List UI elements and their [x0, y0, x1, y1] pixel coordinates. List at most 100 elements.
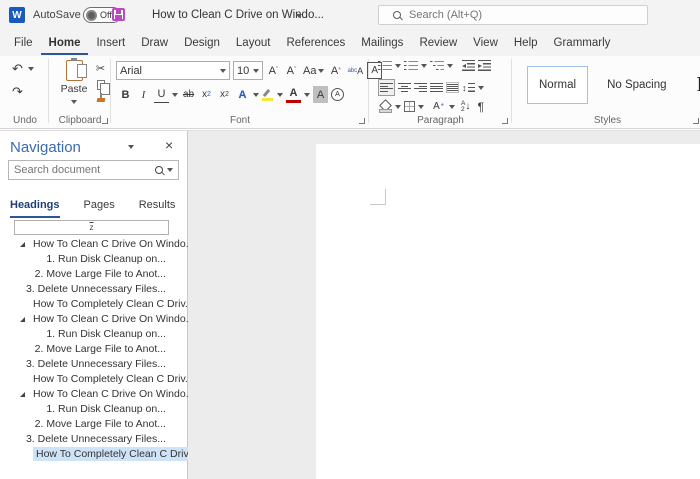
align-right-icon[interactable]: [414, 82, 427, 93]
nav-heading-item[interactable]: 2. Move Large File to Anot...: [0, 267, 187, 282]
save-icon[interactable]: [112, 8, 125, 21]
asian-layout-button[interactable]: A*: [431, 98, 446, 115]
clear-formatting-button[interactable]: A*: [328, 62, 343, 79]
menu-tab-file[interactable]: File: [6, 32, 41, 55]
collapse-triangle-icon[interactable]: [20, 317, 25, 322]
line-spacing-icon[interactable]: ↕: [462, 83, 475, 93]
nav-heading-item[interactable]: How To Completely Clean C Driv...: [0, 372, 187, 387]
font-color-dropdown-icon[interactable]: [304, 93, 310, 97]
nav-heading-item[interactable]: 2. Move Large File to Anot...: [0, 342, 187, 357]
undo-dropdown-icon[interactable]: [28, 67, 34, 71]
menu-tab-review[interactable]: Review: [411, 32, 465, 55]
bullets-dropdown-icon[interactable]: [395, 64, 401, 68]
nav-heading-item[interactable]: 3. Delete Unnecessary Files...: [0, 357, 187, 372]
paragraph-dialog-launcher[interactable]: [502, 118, 508, 124]
justify-icon[interactable]: [430, 82, 443, 93]
italic-button[interactable]: I: [136, 86, 151, 103]
document-search-input[interactable]: [14, 164, 155, 176]
nav-heading-item[interactable]: How To Clean C Drive On Windo...: [0, 312, 187, 327]
copy-icon[interactable]: [97, 80, 105, 90]
align-center-icon[interactable]: [398, 82, 411, 93]
style-item[interactable]: Normal: [527, 66, 588, 104]
nav-heading-item[interactable]: How To Completely Clean C Driv...: [0, 447, 187, 462]
enclose-characters-button[interactable]: A: [331, 88, 344, 101]
nav-tab-headings[interactable]: Headings: [10, 195, 60, 218]
font-size-dropdown-icon[interactable]: [253, 69, 259, 73]
menu-tab-draw[interactable]: Draw: [133, 32, 176, 55]
multilevel-dropdown-icon[interactable]: [447, 64, 453, 68]
menu-tab-design[interactable]: Design: [176, 32, 228, 55]
undo-button[interactable]: ↶: [10, 60, 25, 77]
cut-icon[interactable]: ✂: [93, 60, 108, 77]
distribute-icon[interactable]: [446, 82, 459, 93]
nav-heading-item[interactable]: 2. Move Large File to Anot...: [0, 417, 187, 432]
multilevel-list-icon[interactable]: [430, 60, 444, 71]
document-page[interactable]: [316, 144, 700, 479]
align-left-button[interactable]: [378, 79, 395, 96]
nav-heading-item[interactable]: How To Completely Clean C Driv...: [0, 297, 187, 312]
superscript-button[interactable]: x2: [217, 86, 232, 103]
highlight-dropdown-icon[interactable]: [277, 93, 283, 97]
nav-tab-results[interactable]: Results: [139, 195, 176, 218]
nav-tab-pages[interactable]: Pages: [84, 195, 115, 218]
search-options-dropdown-icon[interactable]: [167, 168, 173, 172]
nav-heading-item[interactable]: 3. Delete Unnecessary Files...: [0, 282, 187, 297]
underline-button[interactable]: U: [154, 86, 169, 103]
paste-button[interactable]: Paste: [57, 60, 91, 107]
underline-dropdown-icon[interactable]: [172, 93, 178, 97]
menu-tab-view[interactable]: View: [465, 32, 506, 55]
nav-heading-item[interactable]: 3. Delete Unnecessary Files...: [0, 432, 187, 447]
font-name-dropdown-icon[interactable]: [220, 69, 226, 73]
menu-tab-home[interactable]: Home: [41, 32, 89, 55]
change-case-dropdown-icon[interactable]: [318, 69, 324, 73]
style-item[interactable]: No Spacing: [596, 66, 677, 104]
nav-heading-item[interactable]: 1. Run Disk Cleanup on...: [0, 327, 187, 342]
line-spacing-dropdown-icon[interactable]: [478, 86, 484, 90]
global-search[interactable]: [378, 5, 648, 25]
nav-heading-item[interactable]: 1. Run Disk Cleanup on...: [0, 402, 187, 417]
global-search-input[interactable]: [409, 9, 609, 21]
font-size-combobox[interactable]: 10: [233, 61, 263, 80]
menu-tab-help[interactable]: Help: [506, 32, 546, 55]
bold-button[interactable]: B: [118, 86, 133, 103]
nav-empty-heading[interactable]: z: [0, 220, 187, 237]
bullets-icon[interactable]: [378, 60, 392, 71]
menu-tab-mailings[interactable]: Mailings: [353, 32, 411, 55]
menu-tab-layout[interactable]: Layout: [228, 32, 279, 55]
asian-layout-dropdown-icon[interactable]: [449, 105, 455, 109]
borders-icon[interactable]: [404, 101, 415, 112]
font-dialog-launcher[interactable]: [359, 118, 365, 124]
title-dropdown-icon[interactable]: [296, 14, 302, 18]
clipboard-dialog-launcher[interactable]: [102, 118, 108, 124]
show-hide-marks-button[interactable]: ¶: [473, 98, 488, 115]
change-case-button[interactable]: Aa: [302, 62, 325, 79]
shrink-font-button[interactable]: Aˇ: [284, 62, 299, 79]
menu-tab-references[interactable]: References: [278, 32, 353, 55]
format-painter-icon[interactable]: [95, 93, 107, 104]
redo-button[interactable]: ↷: [10, 83, 25, 100]
borders-dropdown-icon[interactable]: [418, 105, 424, 109]
strikethrough-button[interactable]: ab: [181, 86, 196, 103]
collapse-triangle-icon[interactable]: [20, 392, 25, 397]
increase-indent-icon[interactable]: [478, 60, 491, 71]
numbering-icon[interactable]: [404, 60, 418, 71]
styles-dialog-launcher[interactable]: [693, 118, 699, 124]
nav-heading-item[interactable]: How To Clean C Drive On Windo...: [0, 237, 187, 252]
text-effects-button[interactable]: A: [235, 86, 250, 103]
font-color-button[interactable]: A: [286, 86, 301, 103]
grow-font-button[interactable]: Aˆ: [266, 62, 281, 79]
subscript-button[interactable]: x2: [199, 86, 214, 103]
highlight-button[interactable]: [262, 89, 274, 101]
shading-dropdown-icon[interactable]: [395, 105, 401, 109]
character-shading-button[interactable]: A: [313, 86, 328, 103]
menu-tab-insert[interactable]: Insert: [88, 32, 133, 55]
close-icon[interactable]: ×: [165, 137, 173, 153]
font-name-combobox[interactable]: Arial: [116, 61, 230, 80]
paste-dropdown-icon[interactable]: [71, 100, 77, 104]
document-search[interactable]: [8, 160, 179, 180]
shading-icon[interactable]: [378, 100, 392, 113]
menu-tab-grammarly[interactable]: Grammarly: [546, 32, 619, 55]
nav-heading-item[interactable]: 1. Run Disk Cleanup on...: [0, 252, 187, 267]
text-effects-dropdown-icon[interactable]: [253, 93, 259, 97]
navigation-options-icon[interactable]: [128, 145, 134, 149]
